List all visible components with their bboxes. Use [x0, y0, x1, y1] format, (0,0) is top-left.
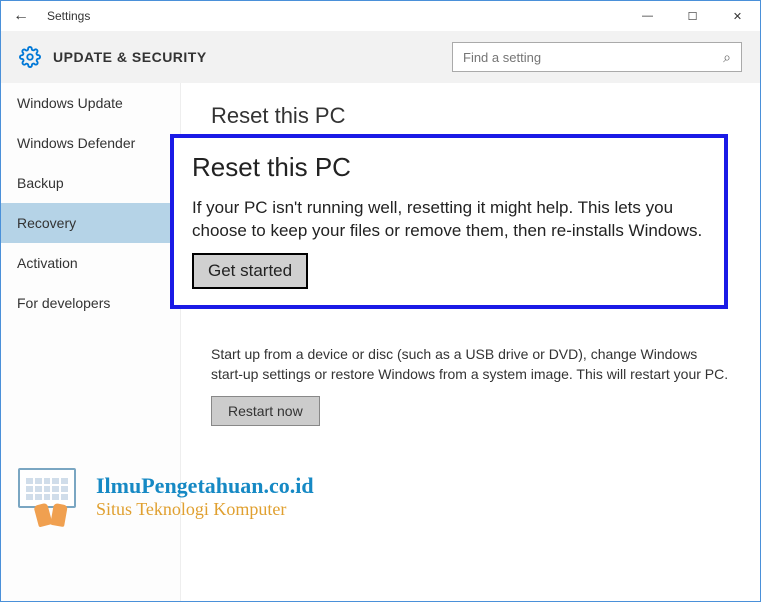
highlight-text: If your PC isn't running well, resetting…	[192, 197, 706, 243]
watermark-text: IlmuPengetahuan.co.id Situs Teknologi Ko…	[96, 473, 314, 520]
window-controls: — ☐ ✕	[625, 1, 760, 31]
sidebar-item-windows-defender[interactable]: Windows Defender	[1, 123, 180, 163]
highlight-title: Reset this PC	[192, 152, 706, 183]
advanced-startup-section: Start up from a device or disc (such as …	[211, 345, 730, 426]
reset-title: Reset this PC	[211, 103, 730, 129]
restart-now-button[interactable]: Restart now	[211, 396, 320, 426]
watermark-icon	[18, 468, 82, 524]
advanced-startup-text: Start up from a device or disc (such as …	[211, 345, 730, 384]
sidebar-item-label: Recovery	[17, 215, 76, 231]
highlight-overlay: Reset this PC If your PC isn't running w…	[170, 134, 728, 309]
header-title: UPDATE & SECURITY	[53, 49, 452, 65]
sidebar-item-backup[interactable]: Backup	[1, 163, 180, 203]
titlebar: ← Settings — ☐ ✕	[1, 1, 760, 31]
gear-icon	[19, 46, 41, 68]
close-button[interactable]: ✕	[715, 1, 760, 31]
sidebar-item-label: Backup	[17, 175, 64, 191]
header: UPDATE & SECURITY ⌕	[1, 31, 760, 83]
sidebar-item-recovery[interactable]: Recovery	[1, 203, 180, 243]
maximize-button[interactable]: ☐	[670, 1, 715, 31]
sidebar-item-label: Activation	[17, 255, 78, 271]
sidebar-item-label: Windows Update	[17, 95, 123, 111]
sidebar-item-label: Windows Defender	[17, 135, 135, 151]
minimize-button[interactable]: —	[625, 1, 670, 31]
sidebar-item-windows-update[interactable]: Windows Update	[1, 83, 180, 123]
sidebar-item-label: For developers	[17, 295, 110, 311]
watermark-line2: Situs Teknologi Komputer	[96, 499, 314, 520]
sidebar-item-activation[interactable]: Activation	[1, 243, 180, 283]
search-box[interactable]: ⌕	[452, 42, 742, 72]
get-started-button[interactable]: Get started	[192, 253, 308, 289]
watermark-line1: IlmuPengetahuan.co.id	[96, 473, 314, 499]
back-button[interactable]: ←	[13, 7, 29, 25]
window-title: Settings	[47, 9, 625, 23]
search-input[interactable]	[463, 50, 723, 65]
watermark: IlmuPengetahuan.co.id Situs Teknologi Ko…	[18, 468, 314, 524]
search-icon: ⌕	[723, 49, 731, 66]
sidebar-item-for-developers[interactable]: For developers	[1, 283, 180, 323]
